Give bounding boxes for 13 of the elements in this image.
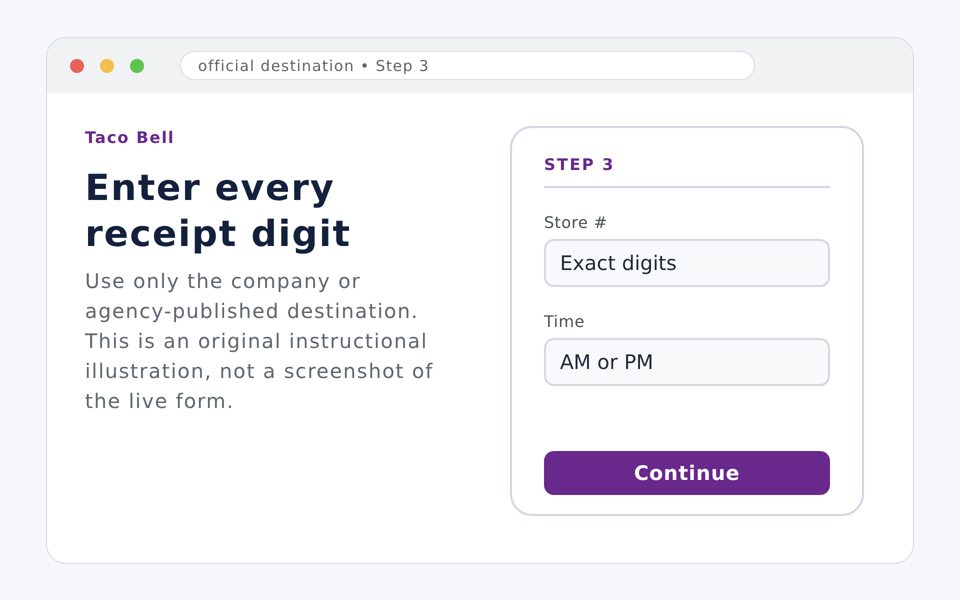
field-label: Store #: [544, 213, 608, 233]
brand-name: Taco Bell: [85, 128, 175, 148]
step-title: STEP 3: [544, 155, 830, 188]
window-minimize-icon[interactable]: [100, 58, 114, 72]
window-maximize-icon[interactable]: [130, 58, 144, 72]
text-input-field[interactable]: AM or PM: [544, 338, 830, 386]
continue-button[interactable]: Continue: [544, 451, 830, 495]
field-label: Time: [544, 312, 585, 332]
window-close-icon[interactable]: [70, 58, 84, 72]
page-heading: Enter every receipt digit: [85, 167, 352, 257]
description-text: Use only the company or agency-published destination. This is an original instructional illustration, not a screenshot of the live form.: [85, 268, 434, 415]
address-bar[interactable]: official destination • Step 3: [180, 51, 755, 80]
text-input-field[interactable]: Exact digits: [544, 239, 830, 287]
